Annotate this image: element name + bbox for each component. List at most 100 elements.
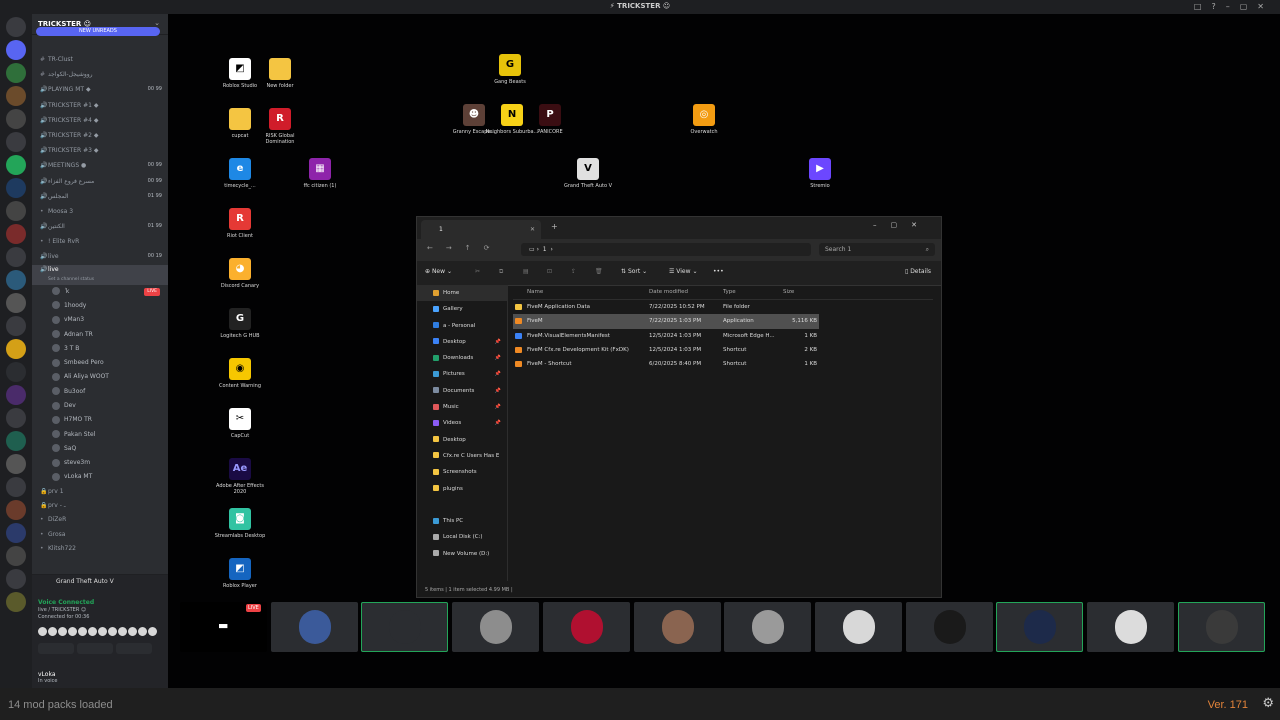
screenshare-button[interactable] — [77, 643, 113, 654]
server-icon[interactable] — [6, 592, 26, 612]
activity-button[interactable] — [116, 643, 152, 654]
nav-item[interactable]: Local Disk (C:) — [417, 529, 507, 545]
channel-item[interactable]: • Moosa 3 — [32, 204, 168, 219]
server-icon[interactable] — [6, 408, 26, 428]
desktop-icon[interactable]: ◩ Roblox Player — [212, 558, 268, 589]
nav-item[interactable]: This PC — [417, 513, 507, 529]
inbox-icon[interactable]: □ — [1194, 2, 1212, 11]
channel-item[interactable]: • Klitsh722 — [32, 542, 168, 556]
col-date[interactable]: Date modified — [649, 285, 719, 299]
voice-user[interactable]: vMan3 — [32, 313, 168, 327]
server-icon[interactable] — [6, 224, 26, 244]
desktop-icon[interactable]: G Logitech G HUB — [212, 308, 268, 339]
participant-tile[interactable] — [633, 602, 721, 652]
nav-buttons[interactable]: ←→↑⟳ — [427, 244, 502, 252]
channel-item[interactable]: 🔊المجلس 01 99 — [32, 189, 168, 204]
voice-user[interactable]: Ali Aliya WOOT — [32, 370, 168, 384]
channel-item[interactable]: 🔊MEETINGS ● 00 99 — [32, 158, 168, 173]
desktop-icon[interactable]: V Grand Theft Auto V — [560, 158, 616, 189]
server-icon[interactable] — [6, 362, 26, 382]
channel-item[interactable]: 🔊TRICKSTER #4 ◆ — [32, 113, 168, 128]
desktop-icon[interactable]: e timecycle_... — [212, 158, 268, 189]
server-icon[interactable] — [6, 247, 26, 267]
voice-user[interactable]: Smbeed Pero — [32, 356, 168, 370]
file-row[interactable]: FiveM - Shortcut 6/20/2025 8:40 PM Shortcu… — [513, 357, 933, 371]
channel-item[interactable]: 🔒prv - ـ — [32, 499, 168, 513]
participant-tile[interactable] — [814, 602, 902, 652]
channel-item-active[interactable]: 🔊live Set a channel status — [32, 264, 168, 285]
voice-user[interactable]: vLoka MT — [32, 470, 168, 484]
nav-item[interactable]: Downloads 📌 — [417, 350, 507, 366]
share-icon[interactable]: ⇪ — [571, 268, 576, 275]
chevron-down-icon[interactable]: ⌄ — [154, 19, 160, 27]
channel-item[interactable]: • DiZeR — [32, 513, 168, 527]
desktop-icon[interactable]: New folder — [252, 58, 308, 89]
nav-item[interactable]: New Volume (D:) — [417, 546, 507, 562]
explorer-tab[interactable]: 1 ✕ — [421, 220, 541, 239]
file-row[interactable]: FiveM.VisualElementsManifest 12/5/2024 1:… — [513, 329, 933, 343]
desktop-icon[interactable]: ▶ Stremio — [792, 158, 848, 189]
channel-item[interactable]: # رووشيجل-الكواجد — [32, 67, 168, 82]
new-tab-icon[interactable]: + — [551, 222, 558, 231]
nav-item[interactable]: Gallery — [417, 301, 507, 317]
server-icon[interactable] — [6, 431, 26, 451]
col-size[interactable]: Size — [783, 285, 815, 299]
new-unreads-pill[interactable]: NEW UNREADS — [36, 27, 160, 36]
desktop-icon[interactable]: ◙ Streamlabs Desktop — [212, 508, 268, 539]
server-icon[interactable] — [6, 385, 26, 405]
sort-button[interactable]: ⇅ Sort ⌄ — [621, 268, 647, 275]
channel-item[interactable]: 🔊TRICKSTER #1 ◆ — [32, 98, 168, 113]
file-row[interactable]: FiveM 7/22/2025 1:03 PM Application 5,116 K… — [513, 314, 819, 329]
nav-item[interactable]: Cfx.re C Users Has E — [417, 448, 507, 464]
minimize-button[interactable]: – — [1226, 2, 1240, 11]
close-tab-icon[interactable]: ✕ — [530, 220, 535, 239]
voice-user[interactable]: Dev — [32, 399, 168, 413]
nav-item[interactable]: plugins — [417, 481, 507, 497]
participant-tile[interactable] — [270, 602, 358, 652]
nav-item[interactable]: a - Personal — [417, 318, 507, 334]
close-button[interactable]: ✕ — [1257, 2, 1274, 11]
nav-item[interactable]: Desktop — [417, 432, 507, 448]
voice-location[interactable]: live / TRICKSTER ☺ — [38, 607, 86, 613]
paste-icon[interactable]: ▤ — [523, 268, 529, 275]
channel-item[interactable]: 🔊live 00 19 — [32, 249, 168, 264]
desktop-icon[interactable]: ◎ Overwatch — [676, 104, 732, 135]
server-icon[interactable] — [6, 546, 26, 566]
participant-tile[interactable] — [361, 602, 449, 652]
help-icon[interactable]: ? — [1211, 2, 1225, 11]
participant-tile[interactable] — [1087, 602, 1174, 652]
participant-tile[interactable] — [1177, 602, 1265, 652]
channel-item[interactable]: # TR-Clust — [32, 52, 168, 67]
server-icon[interactable] — [6, 178, 26, 198]
view-button[interactable]: ☰ View ⌄ — [669, 268, 697, 275]
gear-icon[interactable]: ⚙ — [1262, 696, 1274, 711]
desktop-icon[interactable]: P PANICORE — [522, 104, 578, 135]
explorer-window-controls[interactable]: –▢✕ — [873, 221, 931, 229]
desktop-icon[interactable]: ✂ CapCut — [212, 408, 268, 439]
maximize-button[interactable]: ▢ — [1240, 2, 1258, 11]
more-options-icon[interactable]: ••• — [713, 268, 724, 275]
nav-item[interactable]: Music 📌 — [417, 399, 507, 415]
participant-tile[interactable] — [905, 602, 993, 652]
voice-user[interactable]: Adnan TR — [32, 328, 168, 342]
voice-user[interactable]: 1hoody — [32, 299, 168, 313]
desktop-icon[interactable]: ◕ Discord Canary — [212, 258, 268, 289]
desktop-icon[interactable]: ▦ ffc citizen (1) — [292, 158, 348, 189]
participant-tile[interactable] — [452, 602, 540, 652]
server-icon[interactable] — [6, 63, 26, 83]
participant-tile[interactable] — [996, 602, 1084, 652]
nav-item[interactable]: Screenshots — [417, 464, 507, 480]
voice-activity-avatars[interactable] — [38, 627, 158, 638]
window-controls[interactable]: □?–▢✕ — [1194, 2, 1274, 11]
server-icon[interactable] — [6, 339, 26, 359]
cut-icon[interactable]: ✂ — [475, 268, 480, 275]
desktop-icon[interactable]: ◉ Content Warning — [212, 358, 268, 389]
participant-tile[interactable] — [724, 602, 812, 652]
desktop-icon[interactable]: Ae Adobe After Effects 2020 — [212, 458, 268, 495]
voice-user[interactable]: SaQ — [32, 442, 168, 456]
search-input[interactable]: Search 1 ⌕ — [819, 243, 935, 256]
copy-icon[interactable]: ⧉ — [499, 268, 503, 276]
server-icon[interactable] — [6, 454, 26, 474]
desktop-icon[interactable]: R RISK Global Domination — [252, 108, 308, 145]
voice-action-buttons[interactable] — [38, 643, 162, 655]
